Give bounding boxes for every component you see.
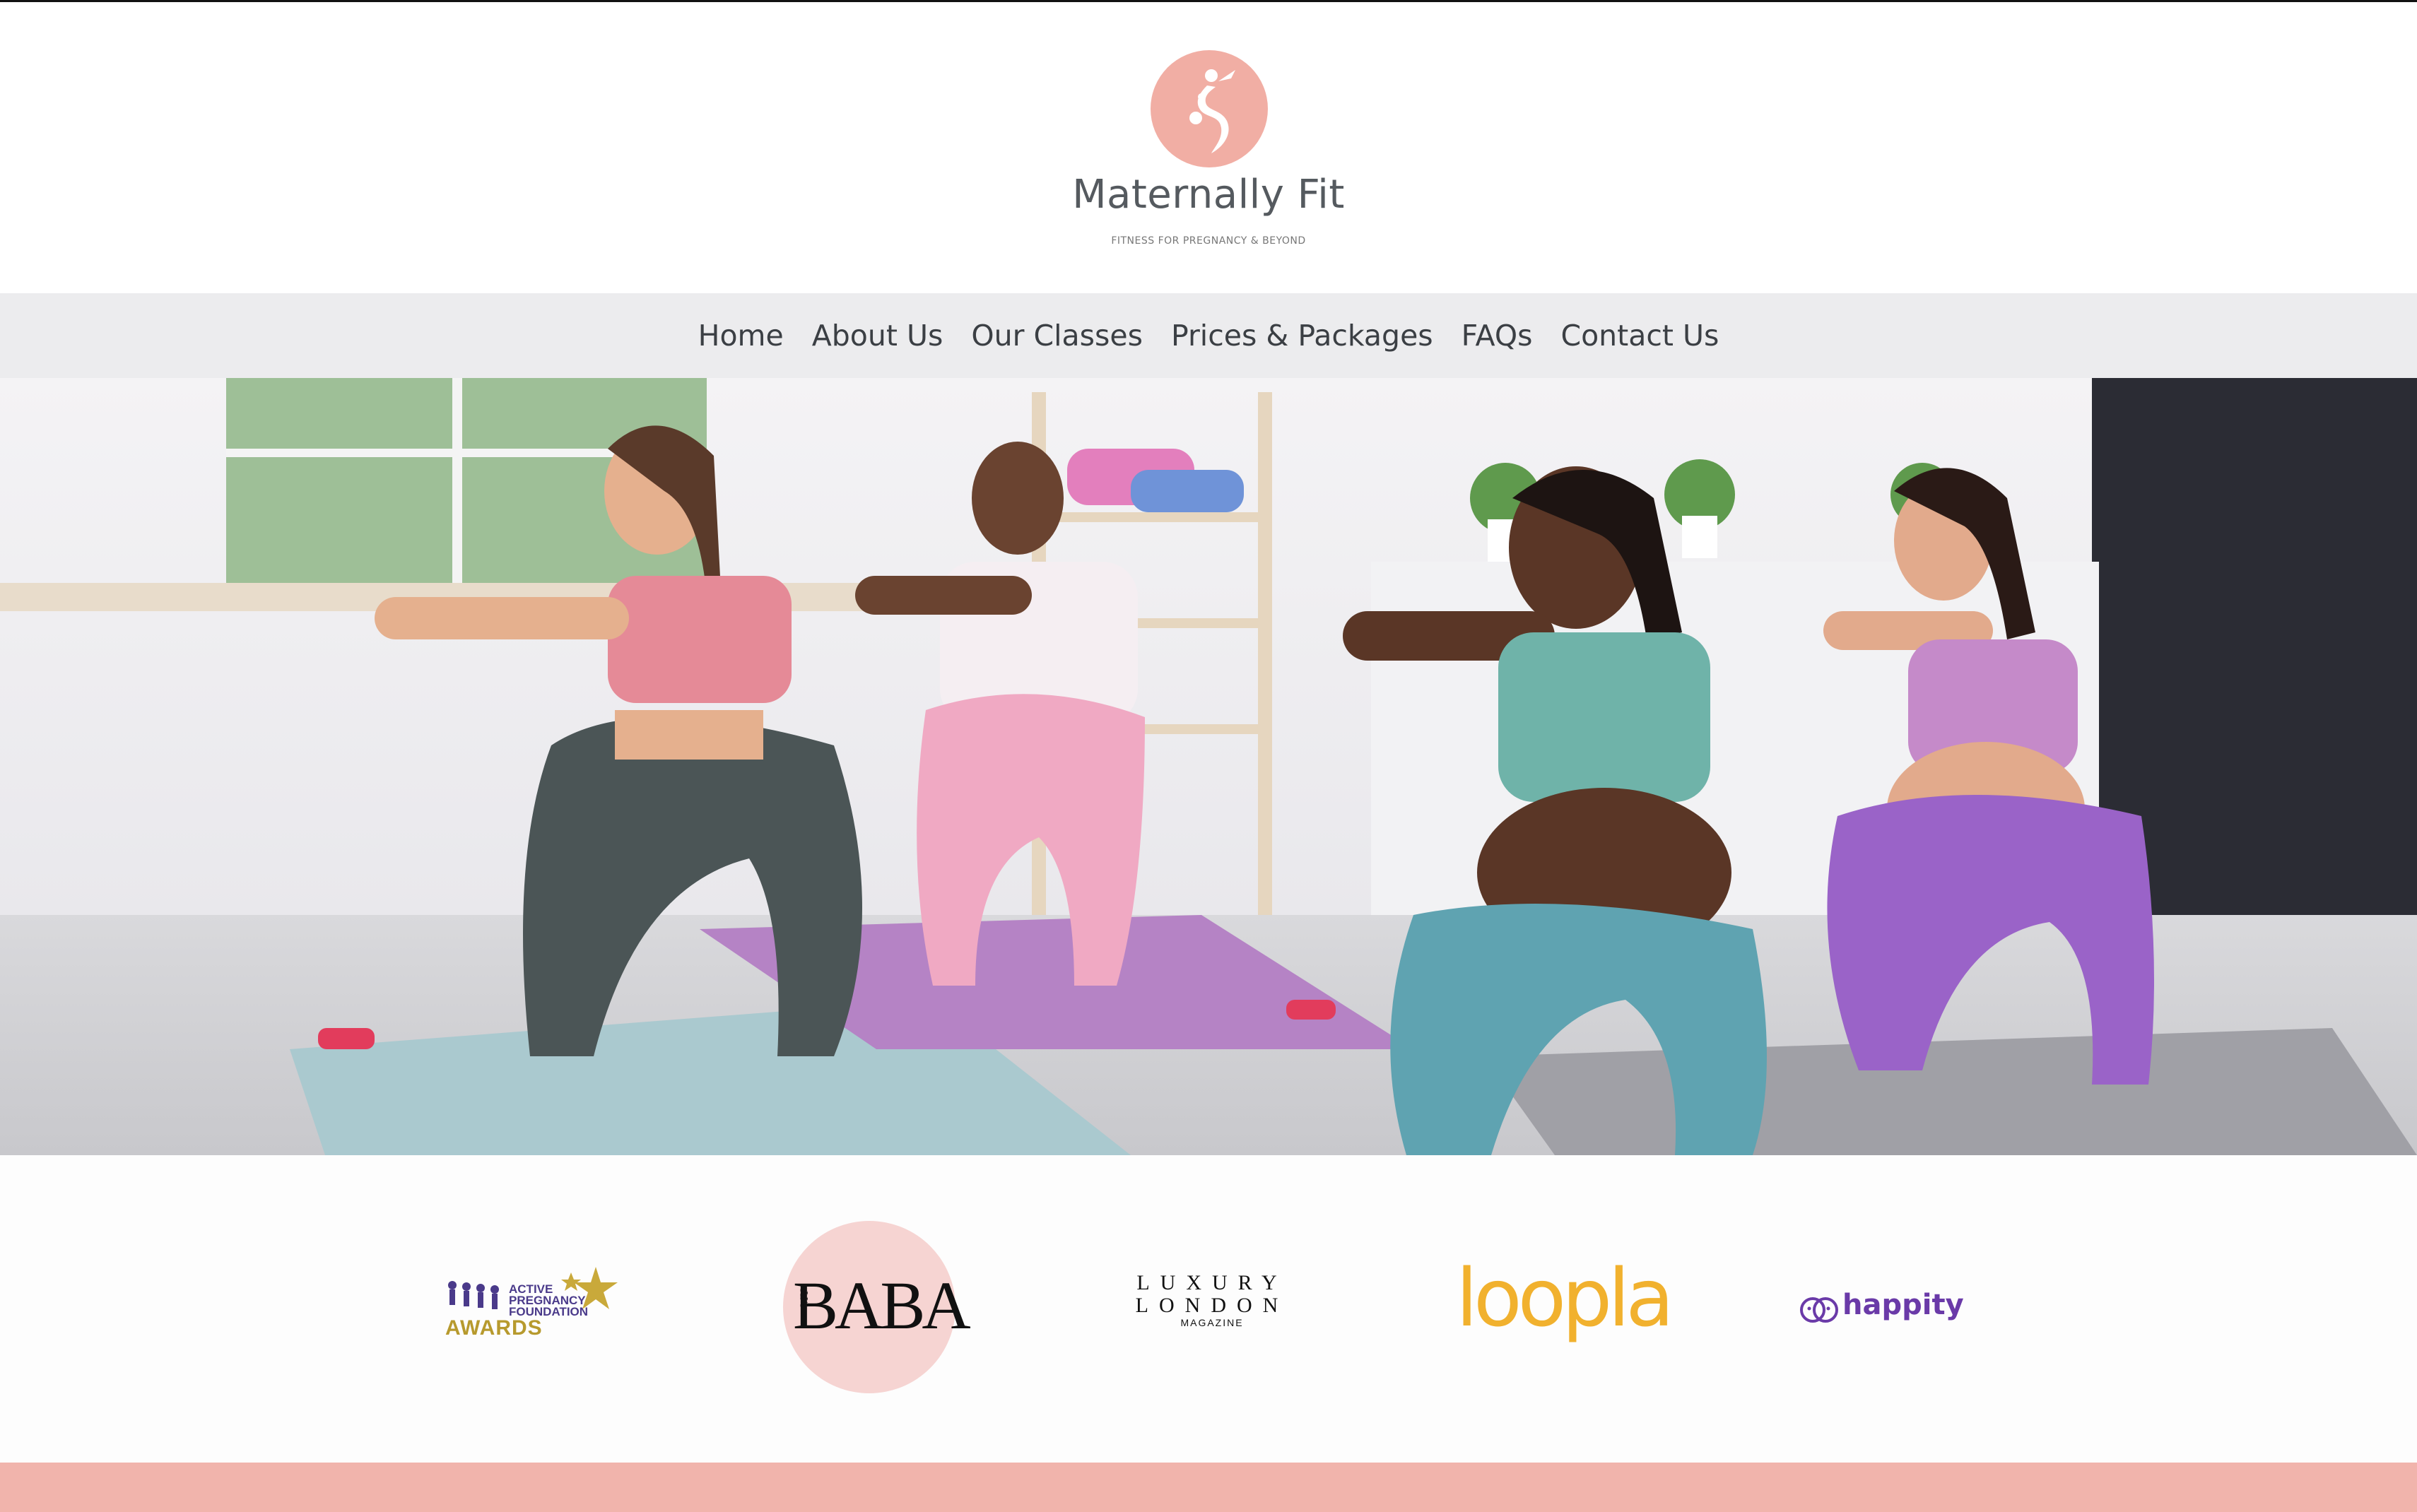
footer-band: [0, 1463, 2417, 1512]
apf-awards-logo[interactable]: ACTIVE PREGNANCY FOUNDATION AWARDS: [444, 1267, 621, 1346]
nav-prices-packages[interactable]: Prices & Packages: [1171, 319, 1433, 353]
llm-line3: MAGAZINE: [1180, 1317, 1244, 1328]
nav-contact-us[interactable]: Contact Us: [1560, 319, 1719, 353]
apf-awards-text: AWARDS: [445, 1316, 543, 1340]
logo-icon[interactable]: [1151, 50, 1268, 167]
happity-word: happity: [1842, 1289, 1964, 1321]
apf-text: ACTIVE PREGNANCY FOUNDATION: [509, 1283, 588, 1318]
llm-line1: LUXURY: [1136, 1271, 1288, 1294]
main-nav: Home About Us Our Classes Prices & Packa…: [0, 293, 2417, 378]
nav-about-us[interactable]: About Us: [812, 319, 943, 353]
nav-home[interactable]: Home: [698, 319, 784, 353]
happity-face-icon: [1800, 1297, 1838, 1323]
brand-name[interactable]: Maternally Fit: [996, 172, 1421, 218]
nav-faqs[interactable]: FAQs: [1462, 319, 1533, 353]
loopla-logo[interactable]: loopla: [1456, 1256, 1674, 1341]
hero-image: [0, 378, 2417, 1155]
runners-icon: [448, 1281, 499, 1309]
my-baba-logo[interactable]: MY BABA: [783, 1221, 971, 1393]
llm-line2: LONDON: [1135, 1294, 1289, 1317]
nav-our-classes[interactable]: Our Classes: [971, 319, 1143, 353]
luxury-london-logo[interactable]: LUXURY LONDON MAGAZINE: [1117, 1272, 1307, 1342]
site-header: Maternally Fit FITNESS FOR PREGNANCY & B…: [0, 2, 2417, 293]
page: Maternally Fit FITNESS FOR PREGNANCY & B…: [0, 0, 2417, 1512]
happity-logo[interactable]: happity: [1799, 1286, 1968, 1328]
brand-tagline: FITNESS FOR PREGNANCY & BEYOND: [1111, 235, 1306, 247]
baba-word: BABA: [793, 1268, 971, 1343]
